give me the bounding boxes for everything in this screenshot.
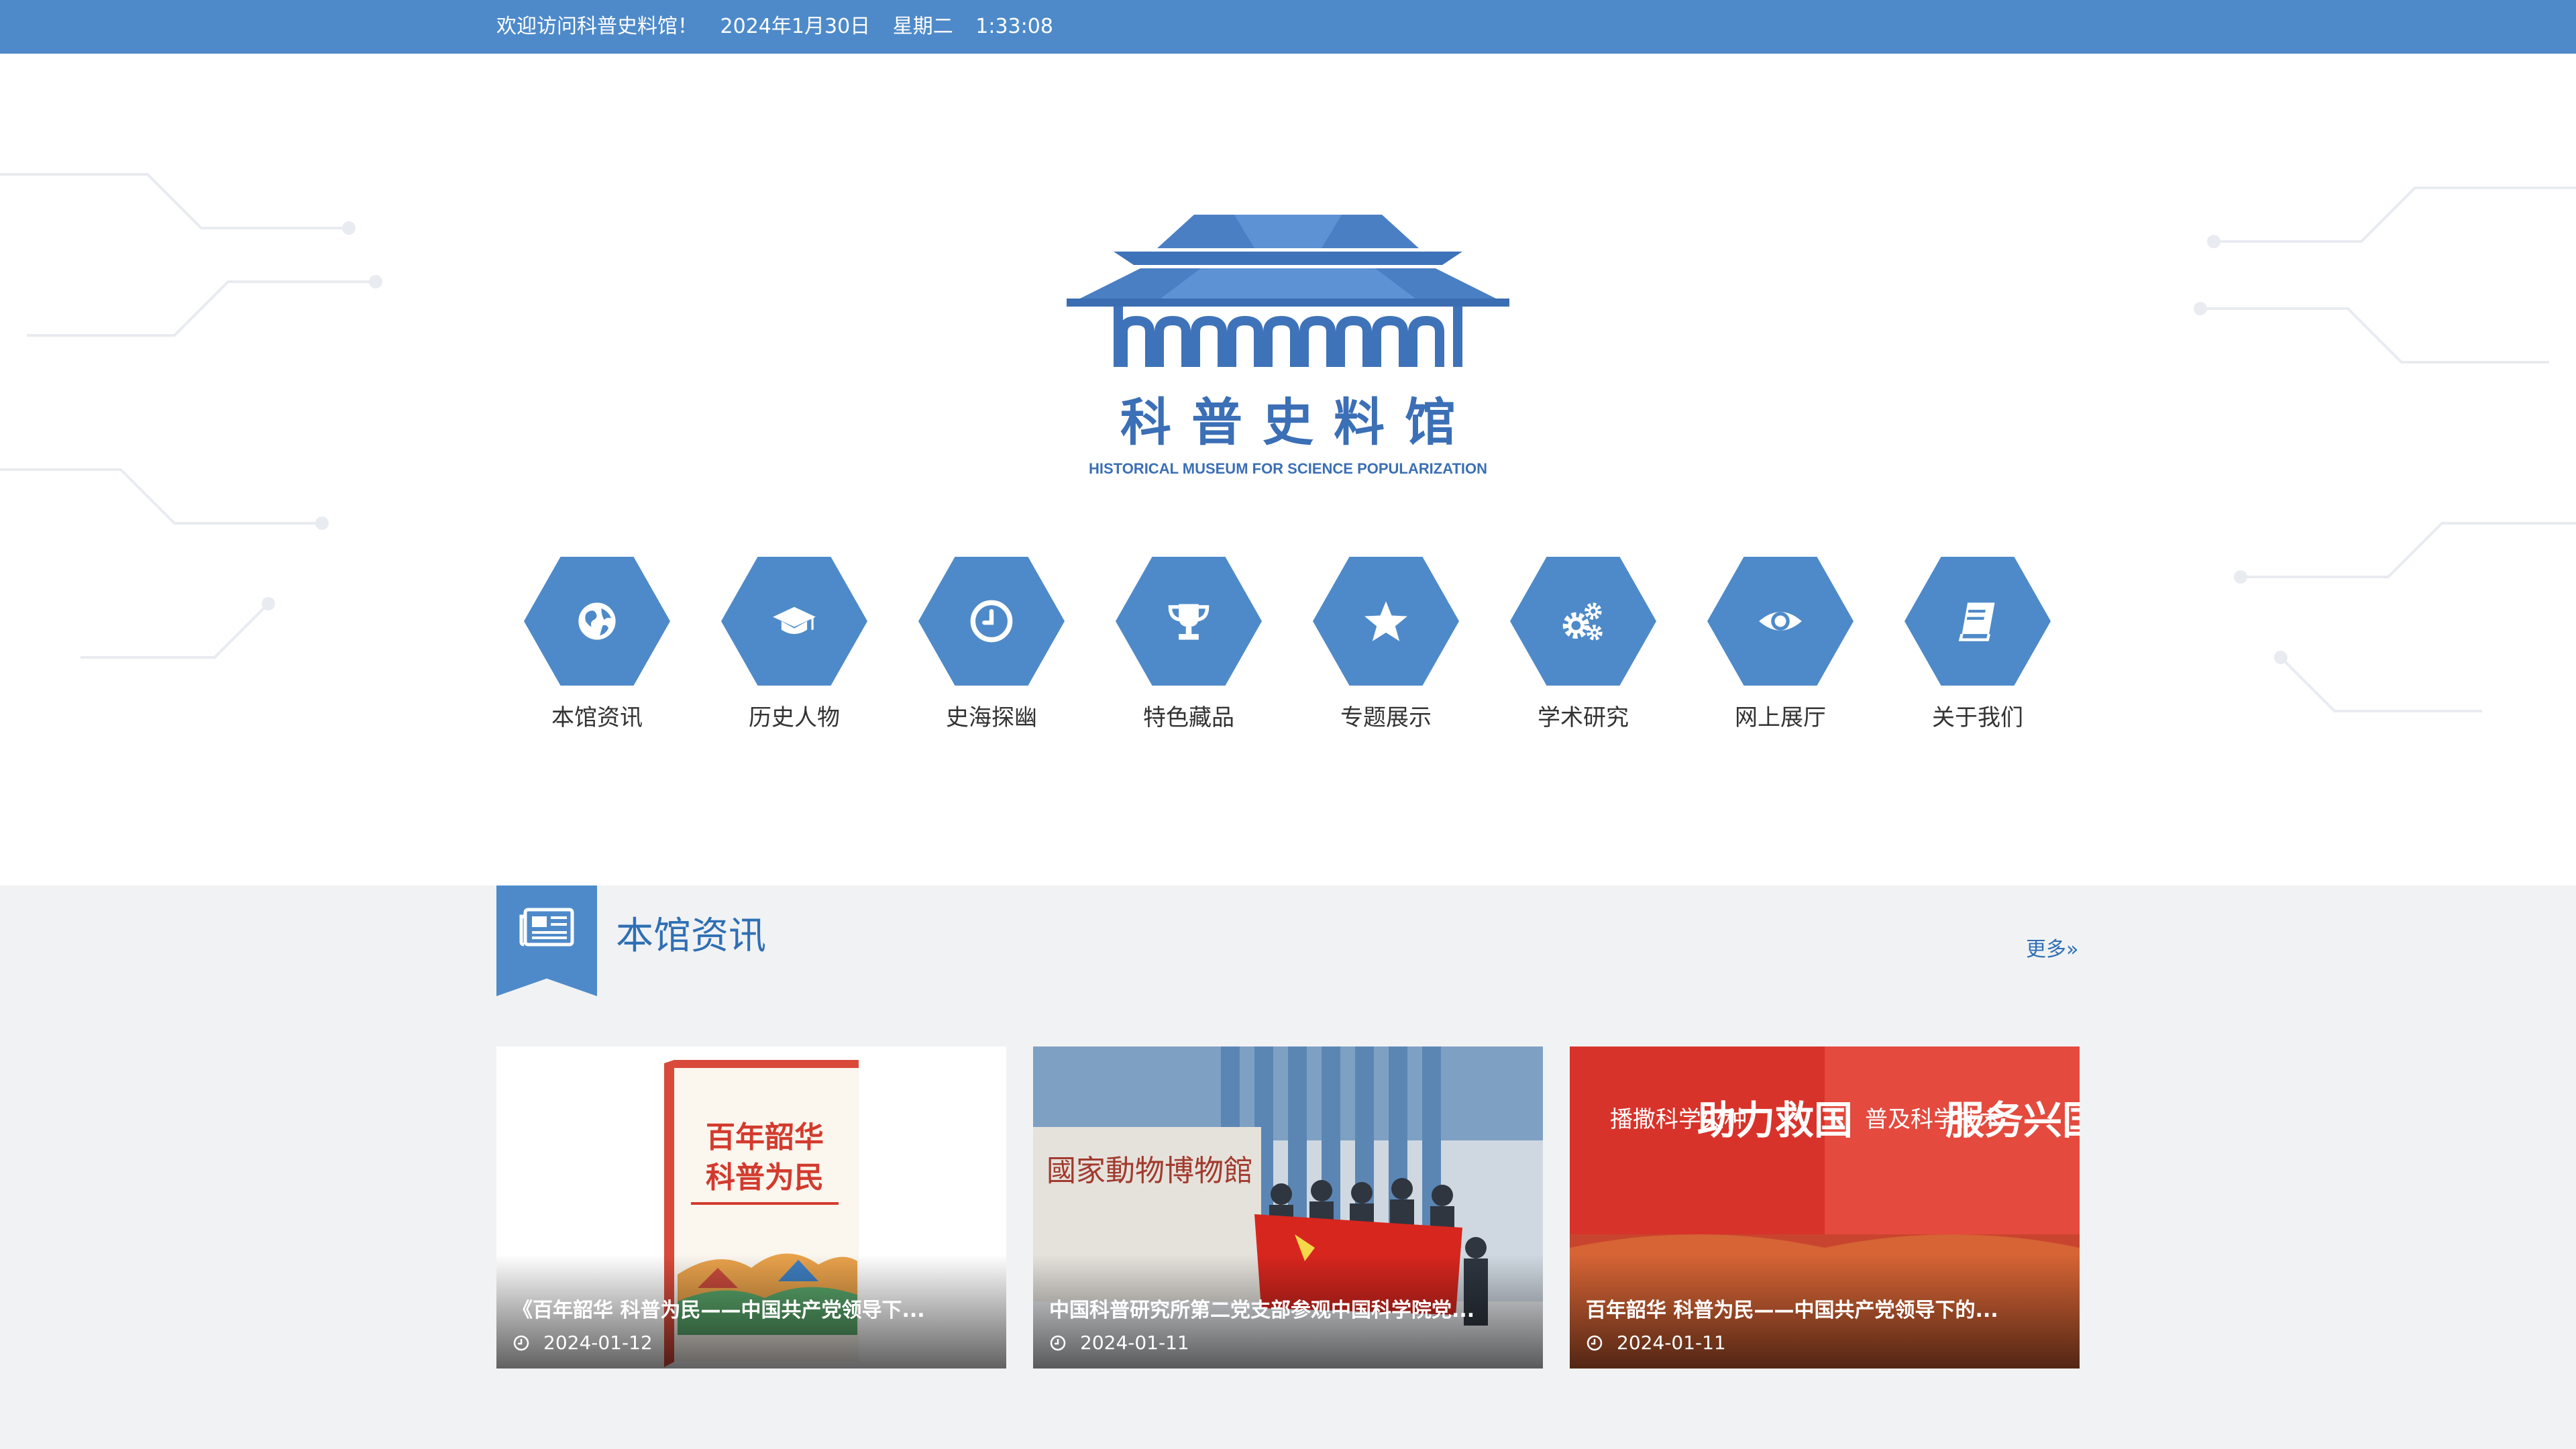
nav-item-online-exhibition[interactable]: 网上展厅 bbox=[1700, 557, 1861, 732]
nav-label[interactable]: 网上展厅 bbox=[1700, 699, 1861, 732]
nav-item-historical-figures[interactable]: 历史人物 bbox=[714, 557, 875, 732]
nav-label[interactable]: 学术研究 bbox=[1503, 699, 1664, 732]
current-time: 1:33:08 bbox=[975, 15, 1053, 38]
nav-item-about-us[interactable]: 关于我们 bbox=[1897, 557, 2058, 732]
svg-text:科普为民: 科普为民 bbox=[706, 1161, 824, 1195]
nav-item-news[interactable]: 本馆资讯 bbox=[517, 557, 678, 732]
news-card[interactable]: 國家動物博物館 中国科普研究所第二党支部参观中国科学院党... 2024-01-… bbox=[1033, 1046, 1543, 1368]
nav-label[interactable]: 特色藏品 bbox=[1108, 699, 1269, 732]
card-title[interactable]: 百年韶华 科普为民——中国共产党领导下的... bbox=[1586, 1293, 2055, 1323]
main-nav: 本馆资讯 历史人物 史海探幽 特色藏品 专题展示 学术研究 网上展厅 关于我们 bbox=[517, 557, 2059, 758]
nav-hexagon[interactable] bbox=[1510, 557, 1656, 686]
card-date: 2024-01-11 bbox=[1049, 1332, 1189, 1354]
nav-label[interactable]: 历史人物 bbox=[714, 699, 875, 732]
logo-chinese-name: 科普史料馆 bbox=[1120, 392, 1476, 452]
nav-hexagon[interactable] bbox=[918, 557, 1065, 686]
trophy-icon bbox=[1168, 604, 1210, 640]
current-weekday: 星期二 bbox=[892, 15, 953, 38]
card-date: 2024-01-12 bbox=[513, 1332, 653, 1354]
card-title[interactable]: 中国科普研究所第二党支部参观中国科学院党... bbox=[1049, 1293, 1519, 1323]
card-date-text: 2024-01-11 bbox=[1080, 1332, 1189, 1354]
welcome-text: 欢迎访问科普史料馆！ bbox=[496, 15, 698, 38]
section-badge bbox=[496, 885, 597, 996]
globe-icon bbox=[578, 602, 616, 640]
nav-hexagon[interactable] bbox=[1707, 557, 1854, 686]
star-icon bbox=[1364, 601, 1407, 641]
museum-logo[interactable]: 科普史料馆 HISTORICAL MUSEUM FOR SCIENCE POPU… bbox=[1067, 215, 1509, 478]
nav-item-academic-research[interactable]: 学术研究 bbox=[1503, 557, 1664, 732]
nav-hexagon[interactable] bbox=[1904, 557, 2051, 686]
nav-hexagon[interactable] bbox=[721, 557, 867, 686]
nav-hexagon[interactable] bbox=[1313, 557, 1459, 686]
nav-item-featured-collection[interactable]: 特色藏品 bbox=[1108, 557, 1269, 732]
top-bar: 欢迎访问科普史料馆！ 2024年1月30日 星期二 1:33:08 bbox=[0, 0, 2576, 54]
card-date-text: 2024-01-11 bbox=[1617, 1332, 1726, 1354]
card-date: 2024-01-11 bbox=[1586, 1332, 1726, 1354]
svg-text:國家動物博物館: 國家動物博物館 bbox=[1046, 1154, 1253, 1188]
nav-label[interactable]: 专题展示 bbox=[1305, 699, 1466, 732]
card-title[interactable]: 《百年韶华 科普为民——中国共产党领导下... bbox=[513, 1293, 982, 1323]
eye-icon bbox=[1759, 612, 1802, 631]
news-section: 本馆资讯 更多» 百年韶华 科普为民 《百年韶华 科普为民——中国共产党领导下.… bbox=[0, 885, 2576, 1449]
logo-english-name: HISTORICAL MUSEUM FOR SCIENCE POPULARIZA… bbox=[1088, 460, 1488, 477]
clock-icon bbox=[513, 1335, 529, 1350]
nav-hexagon[interactable] bbox=[1116, 557, 1262, 686]
welcome-line: 欢迎访问科普史料馆！ 2024年1月30日 星期二 1:33:08 bbox=[496, 0, 1069, 54]
nav-label[interactable]: 本馆资讯 bbox=[517, 699, 678, 732]
svg-text:服务兴国: 服务兴国 bbox=[1945, 1097, 2080, 1143]
clock-icon bbox=[970, 600, 1013, 643]
graduation-cap-icon bbox=[773, 606, 816, 635]
more-link[interactable]: 更多» bbox=[2026, 932, 2078, 962]
nav-label[interactable]: 史海探幽 bbox=[911, 699, 1072, 732]
section-title: 本馆资讯 bbox=[616, 914, 766, 958]
gears-icon bbox=[1562, 602, 1603, 641]
news-card[interactable]: 百年韶华 科普为民 《百年韶华 科普为民——中国共产党领导下... 2024-0… bbox=[496, 1046, 1006, 1368]
pavilion-logo-icon bbox=[1067, 215, 1509, 367]
clock-icon bbox=[1050, 1335, 1066, 1350]
nav-item-history-explore[interactable]: 史海探幽 bbox=[911, 557, 1072, 732]
newspaper-icon bbox=[519, 908, 574, 947]
card-date-text: 2024-01-12 bbox=[543, 1332, 653, 1354]
book-icon bbox=[1958, 602, 1995, 641]
svg-text:百年韶华: 百年韶华 bbox=[706, 1120, 824, 1155]
svg-text:助力救国: 助力救国 bbox=[1697, 1097, 1853, 1143]
news-cards: 百年韶华 科普为民 《百年韶华 科普为民——中国共产党领导下... 2024-0… bbox=[496, 1046, 2080, 1368]
clock-icon bbox=[1587, 1335, 1603, 1350]
nav-label[interactable]: 关于我们 bbox=[1897, 699, 2058, 732]
news-card[interactable]: 播撒科学火种 助力救国 普及科学技术 服务兴国 百年韶华 科普为民——中国共产党… bbox=[1570, 1046, 2080, 1368]
current-date: 2024年1月30日 bbox=[720, 15, 871, 38]
nav-hexagon[interactable] bbox=[524, 557, 670, 686]
nav-item-special-topics[interactable]: 专题展示 bbox=[1305, 557, 1466, 732]
